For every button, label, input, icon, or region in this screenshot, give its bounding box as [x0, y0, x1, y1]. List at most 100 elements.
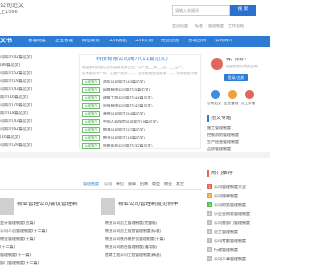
nav-item[interactable]: 工作计划	[135, 39, 153, 44]
search-button[interactable]: 搜 索	[230, 5, 256, 16]
featured-list-item[interactable]: 贸易有限公司简介(43篇范文)	[103, 104, 153, 108]
article-title[interactable]: 物业公司管理制度范例甲	[118, 202, 179, 208]
tab[interactable]: 物业	[164, 182, 172, 186]
nav-item[interactable]: 劳动合同	[188, 39, 206, 44]
category-link[interactable]: 品质管理制度	[207, 147, 231, 151]
left-list-item[interactable]: 司简介(43篇范文)	[0, 87, 32, 91]
featured-list-item[interactable]: 物流公司简介(27篇范文)	[103, 128, 145, 132]
nav-item-home[interactable]: 文书	[0, 38, 12, 44]
hot-item[interactable]: 员工管理制度	[214, 230, 238, 234]
hot-section-title: 热门推荐	[211, 171, 234, 176]
tab[interactable]: 规章	[128, 182, 136, 186]
left-list-item[interactable]: 简介(16篇范文)	[0, 95, 28, 99]
quick-link-label[interactable]: 员工手册	[241, 102, 255, 106]
article-link[interactable]: 首席工程公司工程管理制度(精选)	[105, 253, 161, 257]
category-tag[interactable]: 公司简介	[82, 111, 100, 117]
featured-list-item[interactable]: 建筑工程公司简介(44篇范文)	[103, 96, 153, 100]
category-tag[interactable]: 公司简介	[82, 79, 100, 85]
tab-management[interactable]: 管理制度	[83, 182, 99, 186]
hot-keyword[interactable]: 管理制度	[208, 24, 224, 28]
featured-list-item[interactable]: 网络有限公司简介(5篇范文)	[103, 88, 150, 92]
category-tag[interactable]: 公司简介	[82, 143, 100, 149]
article-link[interactable]: (十二篇)	[0, 245, 15, 249]
article-link[interactable]: 物业公司员工宿舍管理制度(标准)	[105, 229, 161, 233]
left-list-item[interactable]: 司简介(29篇范文)	[0, 143, 32, 147]
section-title: 范文专题	[211, 116, 232, 121]
tab[interactable]: 商会	[152, 182, 160, 186]
section-marker	[207, 115, 209, 122]
article-link[interactable]: 物业公司前台管理制度(通用版)	[105, 245, 157, 249]
category-link[interactable]: 施工管理制度	[207, 126, 231, 130]
hot-item[interactable]: 公司规章制度	[214, 194, 238, 198]
avatar	[211, 58, 223, 70]
hot-keyword[interactable]: 工作总结	[228, 24, 244, 28]
featured-list-item[interactable]: 酒店公司简介(43篇范文)	[103, 80, 145, 84]
article-thumbnail[interactable]	[0, 198, 14, 215]
left-list-item[interactable]: 司简介(62篇范文)	[0, 127, 32, 131]
left-list-item[interactable]: (16篇范文)	[0, 135, 20, 139]
featured-list-item[interactable]: 装修公司简介(54篇范文)	[103, 112, 145, 116]
search-input[interactable]: 请输入关键词	[172, 5, 230, 16]
nav-item[interactable]: 企业管理	[55, 39, 73, 44]
nav-item[interactable]: 公司简介	[215, 39, 233, 44]
quick-link-label[interactable]: 公司范文	[207, 102, 221, 106]
left-list-item[interactable]: 司简介(52篇范文)	[0, 71, 32, 75]
article-link[interactable]: 部门管理制度(十二篇)	[0, 261, 39, 265]
hot-item[interactable]: 公司财务管理制度	[214, 203, 246, 207]
left-list-item[interactable]: 司简介(76篇范文)	[0, 103, 32, 107]
category-tag[interactable]: 公司简介	[82, 127, 100, 133]
user-subtext: 欢迎来到公司范文网	[226, 65, 258, 68]
rank-badge: 3	[207, 202, 212, 207]
article-link[interactable]: 物业管理制度(十篇)	[0, 237, 35, 241]
nav-item[interactable]: 岗位职责	[82, 39, 100, 44]
category-tag[interactable]: 公司简介	[82, 95, 100, 101]
nav-item[interactable]: 经营范围	[161, 39, 179, 44]
category-tag[interactable]: 公司简介	[82, 103, 100, 109]
article-link[interactable]: 会计管理制度(五篇)	[0, 221, 35, 225]
category-tag[interactable]: 公司简介	[82, 135, 100, 141]
article-link[interactable]: 物业公司秩序维护员管理制度(十篇)	[105, 237, 165, 241]
category-tag[interactable]: 公司简介	[82, 119, 100, 125]
nav-item[interactable]: 管理制度	[28, 39, 46, 44]
site-title[interactable]: 公司范文	[0, 3, 24, 9]
hot-item[interactable]: 小企业财务管理制度	[214, 212, 250, 216]
featured-list-item[interactable]: 智能家居公司简介(32篇范文)	[103, 144, 153, 148]
category-link[interactable]: 生产经营管理制度	[207, 140, 239, 144]
left-list-item[interactable]: 简介(18篇范文)	[0, 111, 28, 115]
article-link[interactable]: 管理制度(十一篇)	[0, 253, 31, 257]
tab[interactable]: 其它	[176, 182, 184, 186]
category-link[interactable]: 控制消防管理制度	[207, 133, 239, 137]
left-list-item[interactable]: 司简介(43篇范文)	[0, 119, 32, 123]
briefcase-icon[interactable]	[228, 90, 237, 99]
hot-item[interactable]: 公司管理制度大全	[214, 185, 246, 189]
article-link[interactable]: 物业公司员工管理制度(完整版)	[105, 221, 157, 225]
hot-keyword[interactable]: 标准	[195, 24, 203, 28]
hot-item[interactable]: 公司考勤管理制度	[214, 239, 246, 243]
nav-item[interactable]: 工作总结	[109, 39, 127, 44]
rank-badge: 2	[207, 193, 212, 198]
section-divider	[0, 152, 270, 158]
article-thumbnail[interactable]	[101, 198, 115, 215]
tab[interactable]: 单位	[116, 182, 124, 186]
quick-link-label[interactable]: 企业管理	[224, 102, 238, 106]
article-title[interactable]: 物业管理公司会议管理制	[17, 202, 78, 208]
featured-list-item[interactable]: 中国人寿保险公司简介(9篇范文)	[103, 120, 158, 124]
tab[interactable]: 招聘	[140, 182, 148, 186]
hot-keyword[interactable]: 会议纪要	[172, 24, 188, 28]
left-list-item[interactable]: 司简介(42篇范文)	[0, 55, 32, 59]
rank-badge: 6	[207, 229, 212, 234]
login-button[interactable]: 登录/注册	[224, 74, 248, 81]
category-tag[interactable]: 公司简介	[82, 87, 100, 93]
document-icon[interactable]	[211, 90, 220, 99]
hot-item[interactable]: 公司各部门管理制度	[214, 221, 250, 225]
featured-title[interactable]: 科技有限公司简介(11篇范文)	[96, 57, 168, 63]
article-link[interactable]: 公司人员管理制度(十二篇)	[0, 229, 47, 233]
tab[interactable]: 公司	[104, 182, 112, 186]
hot-item[interactable]: 行政管理制度	[214, 248, 238, 252]
left-list-item[interactable]: (89篇范文)	[0, 63, 20, 67]
featured-description: 技术服务为一体，主营产品为……，业务覆盖全国各地……，年销售额不断……	[82, 72, 198, 75]
hot-item[interactable]: 公司人事管理制度	[214, 257, 246, 261]
book-icon[interactable]	[245, 90, 254, 99]
left-list-item[interactable]: 司简介(19篇范文)	[0, 79, 32, 83]
featured-list-item[interactable]: 物业公司简介(15篇范文)	[103, 136, 145, 140]
